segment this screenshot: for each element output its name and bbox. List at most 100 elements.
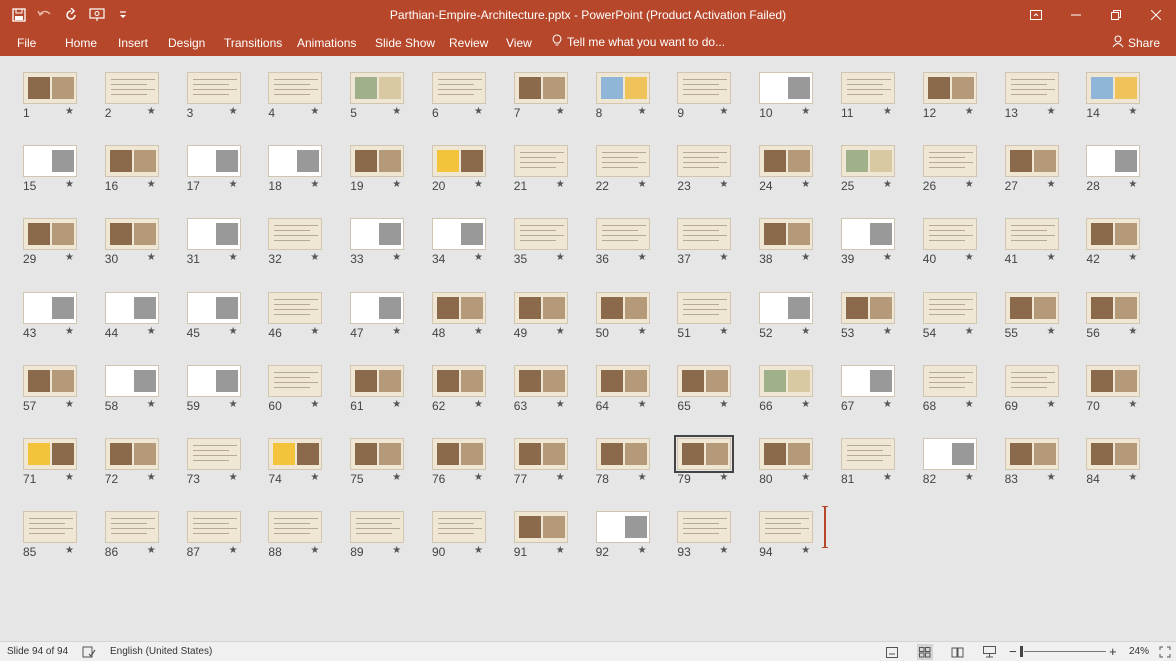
slide-thumbnail[interactable]	[513, 218, 568, 251]
slide-thumbnail-item[interactable]: 67 ★	[841, 364, 895, 413]
notes-view-icon[interactable]	[884, 644, 900, 660]
slide-thumbnail[interactable]	[23, 291, 77, 324]
slide-thumbnail-item[interactable]: 23 ★	[677, 145, 732, 193]
slide-thumbnail-item[interactable]: 60 ★	[268, 364, 323, 413]
zoom-out-button[interactable]: −	[1009, 644, 1017, 659]
slide-thumbnail[interactable]	[350, 291, 405, 324]
slide-thumbnail[interactable]	[104, 72, 159, 104]
slide-thumbnail[interactable]	[268, 218, 323, 251]
slide-thumbnail-item[interactable]: 58 ★	[104, 364, 159, 413]
zoom-level[interactable]: 24%	[1129, 646, 1149, 657]
slide-thumbnail[interactable]	[513, 511, 568, 544]
tab-review[interactable]: Review	[449, 34, 488, 52]
slide-thumbnail-item[interactable]: 57 ★	[23, 364, 77, 413]
slide-thumbnail[interactable]	[841, 218, 895, 251]
slide-thumbnail[interactable]	[759, 511, 814, 544]
slide-thumbnail-item[interactable]: 12 ★	[922, 72, 977, 120]
slide-thumbnail-item[interactable]: 66 ★	[759, 364, 814, 413]
slide-thumbnail[interactable]	[1004, 364, 1059, 397]
slide-thumbnail[interactable]	[513, 291, 568, 324]
slide-thumbnail[interactable]	[922, 291, 977, 324]
slide-thumbnail-item[interactable]: 1 ★	[23, 72, 77, 120]
slide-thumbnail-item[interactable]: 4 ★	[268, 72, 323, 120]
slide-thumbnail[interactable]	[432, 145, 486, 178]
slide-thumbnail[interactable]	[186, 291, 241, 324]
slide-thumbnail-item[interactable]: 54 ★	[922, 291, 977, 340]
slide-thumbnail[interactable]	[186, 438, 241, 470]
slide-thumbnail[interactable]	[268, 145, 323, 178]
slide-thumbnail-item[interactable]: 86 ★	[104, 511, 159, 559]
slide-thumbnail-item[interactable]: 19 ★	[350, 145, 405, 193]
slide-thumbnail-item[interactable]: 63 ★	[513, 364, 568, 413]
slide-thumbnail-item[interactable]: 22 ★	[595, 145, 650, 193]
restore-icon[interactable]	[1096, 0, 1136, 30]
slide-thumbnail[interactable]	[104, 364, 159, 397]
slide-thumbnail-item[interactable]: 70 ★	[1086, 364, 1141, 413]
slide-thumbnail-item[interactable]: 29 ★	[23, 218, 77, 266]
slide-thumbnail[interactable]	[922, 364, 977, 397]
slide-thumbnail-item[interactable]: 84 ★	[1086, 438, 1141, 486]
tab-home[interactable]: Home	[65, 34, 97, 52]
slide-thumbnail[interactable]	[1004, 218, 1059, 251]
slide-thumbnail[interactable]	[841, 438, 895, 470]
slide-thumbnail[interactable]	[841, 291, 895, 324]
slide-thumbnail-item[interactable]: 10 ★	[759, 72, 814, 120]
slide-thumbnail[interactable]	[186, 72, 241, 104]
slide-thumbnail[interactable]	[186, 511, 241, 544]
slide-thumbnail-item[interactable]: 5 ★	[350, 72, 405, 120]
slide-thumbnail-item[interactable]: 49 ★	[513, 291, 568, 340]
slide-thumbnail[interactable]	[922, 145, 977, 178]
slide-thumbnail[interactable]	[23, 72, 77, 104]
slide-thumbnail-item[interactable]: 65 ★	[677, 364, 732, 413]
slide-thumbnail-item[interactable]: 46 ★	[268, 291, 323, 340]
slide-thumbnail-item[interactable]: 83 ★	[1004, 438, 1059, 486]
slide-thumbnail-item[interactable]: 85 ★	[23, 511, 77, 559]
slide-thumbnail-item[interactable]: 93 ★	[677, 511, 732, 559]
slide-thumbnail-item[interactable]: 39 ★	[841, 218, 895, 266]
slide-thumbnail-item[interactable]: 72 ★	[104, 438, 159, 486]
slide-thumbnail[interactable]	[350, 438, 405, 470]
slide-thumbnail-item[interactable]: 92 ★	[595, 511, 650, 559]
slide-sorter-view-icon[interactable]	[917, 644, 933, 660]
slide-thumbnail-item[interactable]: 52 ★	[759, 291, 814, 340]
slide-thumbnail[interactable]	[432, 438, 486, 470]
slide-thumbnail-item[interactable]: 27 ★	[1004, 145, 1059, 193]
slide-thumbnail-item[interactable]: 37 ★	[677, 218, 732, 266]
slide-thumbnail-item[interactable]: 33 ★	[350, 218, 405, 266]
slide-thumbnail[interactable]	[350, 511, 405, 544]
slide-thumbnail[interactable]	[268, 291, 323, 324]
slide-thumbnail[interactable]	[1004, 72, 1059, 104]
slide-thumbnail[interactable]	[1086, 145, 1141, 178]
slide-thumbnail-item[interactable]: 55 ★	[1004, 291, 1059, 340]
slide-thumbnail-item[interactable]: 62 ★	[432, 364, 486, 413]
slide-thumbnail[interactable]	[1004, 145, 1059, 178]
slide-thumbnail[interactable]	[268, 511, 323, 544]
slide-thumbnail-item[interactable]: 47 ★	[350, 291, 405, 340]
slide-thumbnail[interactable]	[23, 218, 77, 251]
slide-thumbnail[interactable]	[268, 364, 323, 397]
slide-thumbnail-item[interactable]: 64 ★	[595, 364, 650, 413]
zoom-slider[interactable]	[1024, 651, 1106, 652]
slide-thumbnail-item[interactable]: 42 ★	[1086, 218, 1141, 266]
slide-thumbnail[interactable]	[23, 364, 77, 397]
slide-thumbnail-item[interactable]: 43 ★	[23, 291, 77, 340]
slide-thumbnail[interactable]	[432, 291, 486, 324]
slide-thumbnail-item[interactable]: 51 ★	[677, 291, 732, 340]
slide-thumbnail-item[interactable]: 76 ★	[432, 438, 486, 486]
slide-thumbnail-item[interactable]: 75 ★	[350, 438, 405, 486]
slide-thumbnail-item[interactable]: 16 ★	[104, 145, 159, 193]
tab-view[interactable]: View	[506, 34, 532, 52]
spell-check-icon[interactable]	[81, 644, 97, 660]
slide-thumbnail[interactable]	[922, 72, 977, 104]
slide-thumbnail[interactable]	[432, 511, 486, 544]
slide-thumbnail-item[interactable]: 80 ★	[759, 438, 814, 486]
slide-thumbnail[interactable]	[513, 145, 568, 178]
slide-thumbnail[interactable]	[1086, 364, 1141, 397]
slide-thumbnail-item[interactable]: 74 ★	[268, 438, 323, 486]
slide-thumbnail-item[interactable]: 81 ★	[841, 438, 895, 486]
slide-thumbnail[interactable]	[350, 218, 405, 251]
zoom-slider-thumb[interactable]	[1020, 646, 1023, 657]
tell-me-box[interactable]: Tell me what you want to do...	[552, 34, 725, 50]
slide-thumbnail[interactable]	[350, 145, 405, 178]
slide-thumbnail[interactable]	[104, 438, 159, 470]
